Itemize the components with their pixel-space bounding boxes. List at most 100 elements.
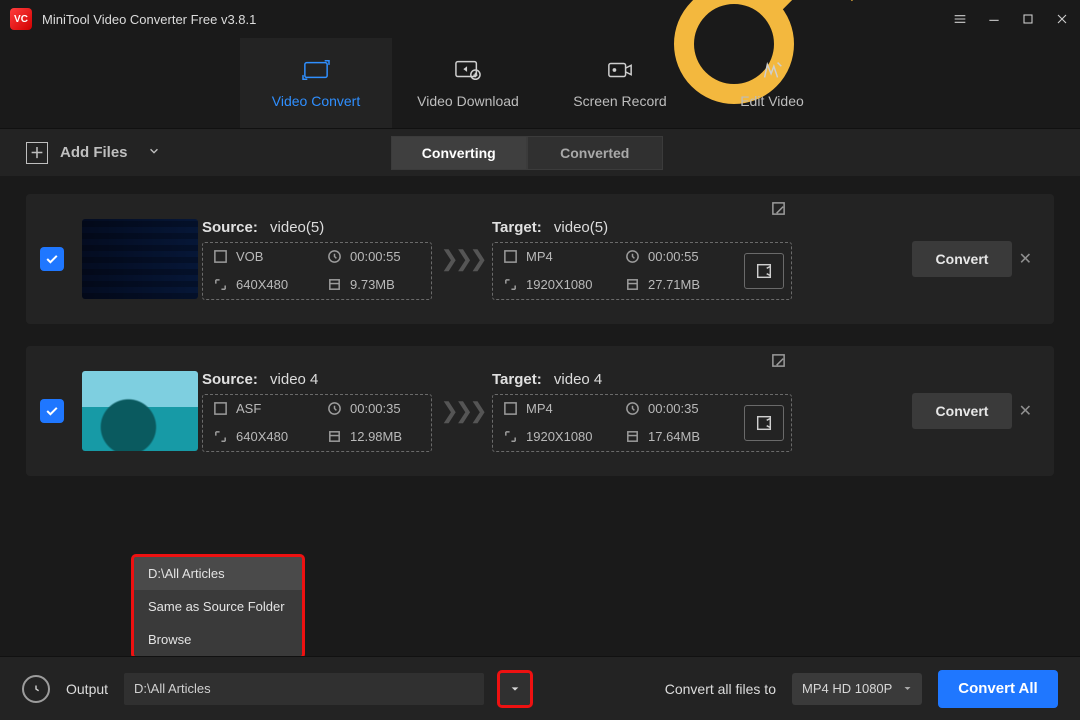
titlebar: VC MiniTool Video Converter Free v3.8.1 (0, 0, 1080, 38)
arrow-icon: ❯❯❯ (432, 398, 492, 424)
source-format: ASF (236, 401, 261, 416)
tab-screen-record[interactable]: Screen Record (544, 38, 696, 128)
target-size: 17.64MB (648, 429, 700, 444)
source-resolution: 640X480 (236, 429, 288, 444)
filesize-icon (625, 277, 640, 292)
target-label-text: Target: (492, 219, 542, 236)
target-size: 27.71MB (648, 277, 700, 292)
task-row: Source: video 4 ASF 00:00:35 640X480 12.… (26, 346, 1054, 476)
source-size: 9.73MB (350, 277, 395, 292)
chevron-down-icon[interactable] (148, 144, 160, 161)
tab-label: Video Download (417, 93, 519, 109)
target-resolution: 1920X1080 (526, 429, 593, 444)
arrow-icon: ❯❯❯ (432, 246, 492, 272)
format-icon (503, 249, 518, 264)
format-icon (213, 249, 228, 264)
task-checkbox[interactable] (40, 399, 64, 423)
target-settings-button[interactable] (744, 405, 784, 441)
minimize-icon[interactable] (986, 11, 1002, 27)
app-title: MiniTool Video Converter Free v3.8.1 (42, 12, 634, 27)
target-block: Target: video(5) MP4 00:00:55 1920X1080 … (492, 219, 792, 300)
schedule-icon[interactable] (22, 675, 50, 703)
source-format: VOB (236, 249, 263, 264)
source-label: Source: video(5) (202, 219, 432, 236)
hamburger-menu-icon[interactable] (952, 11, 968, 27)
target-settings-button[interactable] (744, 253, 784, 289)
task-list: Source: video(5) VOB 00:00:55 640X480 9.… (0, 176, 1080, 494)
convert-button[interactable]: Convert (912, 393, 1012, 429)
target-resolution: 1920X1080 (526, 277, 593, 292)
output-path-menu: D:\All Articles Same as Source Folder Br… (134, 557, 302, 656)
tab-label: Screen Record (573, 93, 666, 109)
target-filename: video 4 (554, 371, 602, 388)
source-info-box: VOB 00:00:55 640X480 9.73MB (202, 242, 432, 300)
output-menu-item-browse[interactable]: Browse (134, 623, 302, 656)
output-preset-dropdown[interactable]: MP4 HD 1080P (792, 673, 922, 705)
clock-icon (327, 249, 342, 264)
target-info-box: MP4 00:00:35 1920X1080 17.64MB (492, 394, 792, 452)
chevron-down-icon (903, 681, 912, 696)
target-label: Target: video 4 (492, 371, 792, 388)
maximize-icon[interactable] (1020, 11, 1036, 27)
clock-icon (327, 401, 342, 416)
source-filename: video(5) (270, 219, 324, 236)
source-label-text: Source: (202, 219, 258, 236)
clock-icon (625, 249, 640, 264)
filesize-icon (327, 277, 342, 292)
task-checkbox[interactable] (40, 247, 64, 271)
tab-label: Video Convert (272, 93, 360, 109)
target-label: Target: video(5) (492, 219, 792, 236)
tab-video-download[interactable]: Video Download (392, 38, 544, 128)
video-thumbnail[interactable] (82, 371, 198, 451)
app-icon: VC (10, 8, 32, 30)
source-filename: video 4 (270, 371, 318, 388)
format-icon (503, 401, 518, 416)
add-files-button[interactable]: ＋ Add Files (26, 142, 160, 164)
format-icon (213, 401, 228, 416)
output-label: Output (66, 681, 108, 697)
download-icon (453, 57, 483, 83)
source-duration: 00:00:55 (350, 249, 401, 264)
tab-edit-video[interactable]: Edit Video (696, 38, 848, 128)
output-menu-item-same-as-source[interactable]: Same as Source Folder (134, 590, 302, 623)
source-resolution: 640X480 (236, 277, 288, 292)
filesize-icon (625, 429, 640, 444)
clock-icon (625, 401, 640, 416)
task-row: Source: video(5) VOB 00:00:55 640X480 9.… (26, 194, 1054, 324)
video-thumbnail[interactable] (82, 219, 198, 299)
target-format: MP4 (526, 401, 553, 416)
target-format: MP4 (526, 249, 553, 264)
segment-converting[interactable]: Converting (391, 136, 527, 170)
output-path-dropdown[interactable] (500, 673, 530, 705)
edit-target-icon[interactable] (771, 201, 786, 221)
plus-icon: ＋ (26, 142, 48, 164)
bottom-bar: Output D:\All Articles Convert all files… (0, 656, 1080, 720)
add-files-label: Add Files (60, 144, 128, 161)
convert-all-button[interactable]: Convert All (938, 670, 1058, 708)
segment-converted[interactable]: Converted (527, 136, 663, 170)
convert-button[interactable]: Convert (912, 241, 1012, 277)
source-info-box: ASF 00:00:35 640X480 12.98MB (202, 394, 432, 452)
resolution-icon (503, 277, 518, 292)
resolution-icon (213, 277, 228, 292)
target-duration: 00:00:35 (648, 401, 699, 416)
source-size: 12.98MB (350, 429, 402, 444)
remove-task-icon[interactable]: ✕ (1012, 249, 1032, 269)
output-menu-item-recent[interactable]: D:\All Articles (134, 557, 302, 590)
source-block: Source: video(5) VOB 00:00:55 640X480 9.… (202, 219, 432, 300)
tab-video-convert[interactable]: Video Convert (240, 38, 392, 128)
target-filename: video(5) (554, 219, 608, 236)
convert-icon (301, 57, 331, 83)
edit-video-icon (757, 57, 787, 83)
source-duration: 00:00:35 (350, 401, 401, 416)
edit-target-icon[interactable] (771, 353, 786, 373)
output-preset-value: MP4 HD 1080P (802, 681, 892, 696)
record-icon (605, 57, 635, 83)
remove-task-icon[interactable]: ✕ (1012, 401, 1032, 421)
output-path-field[interactable]: D:\All Articles (124, 673, 484, 705)
tab-label: Edit Video (740, 93, 804, 109)
close-icon[interactable] (1054, 11, 1070, 27)
source-label: Source: video 4 (202, 371, 432, 388)
resolution-icon (213, 429, 228, 444)
target-info-box: MP4 00:00:55 1920X1080 27.71MB (492, 242, 792, 300)
